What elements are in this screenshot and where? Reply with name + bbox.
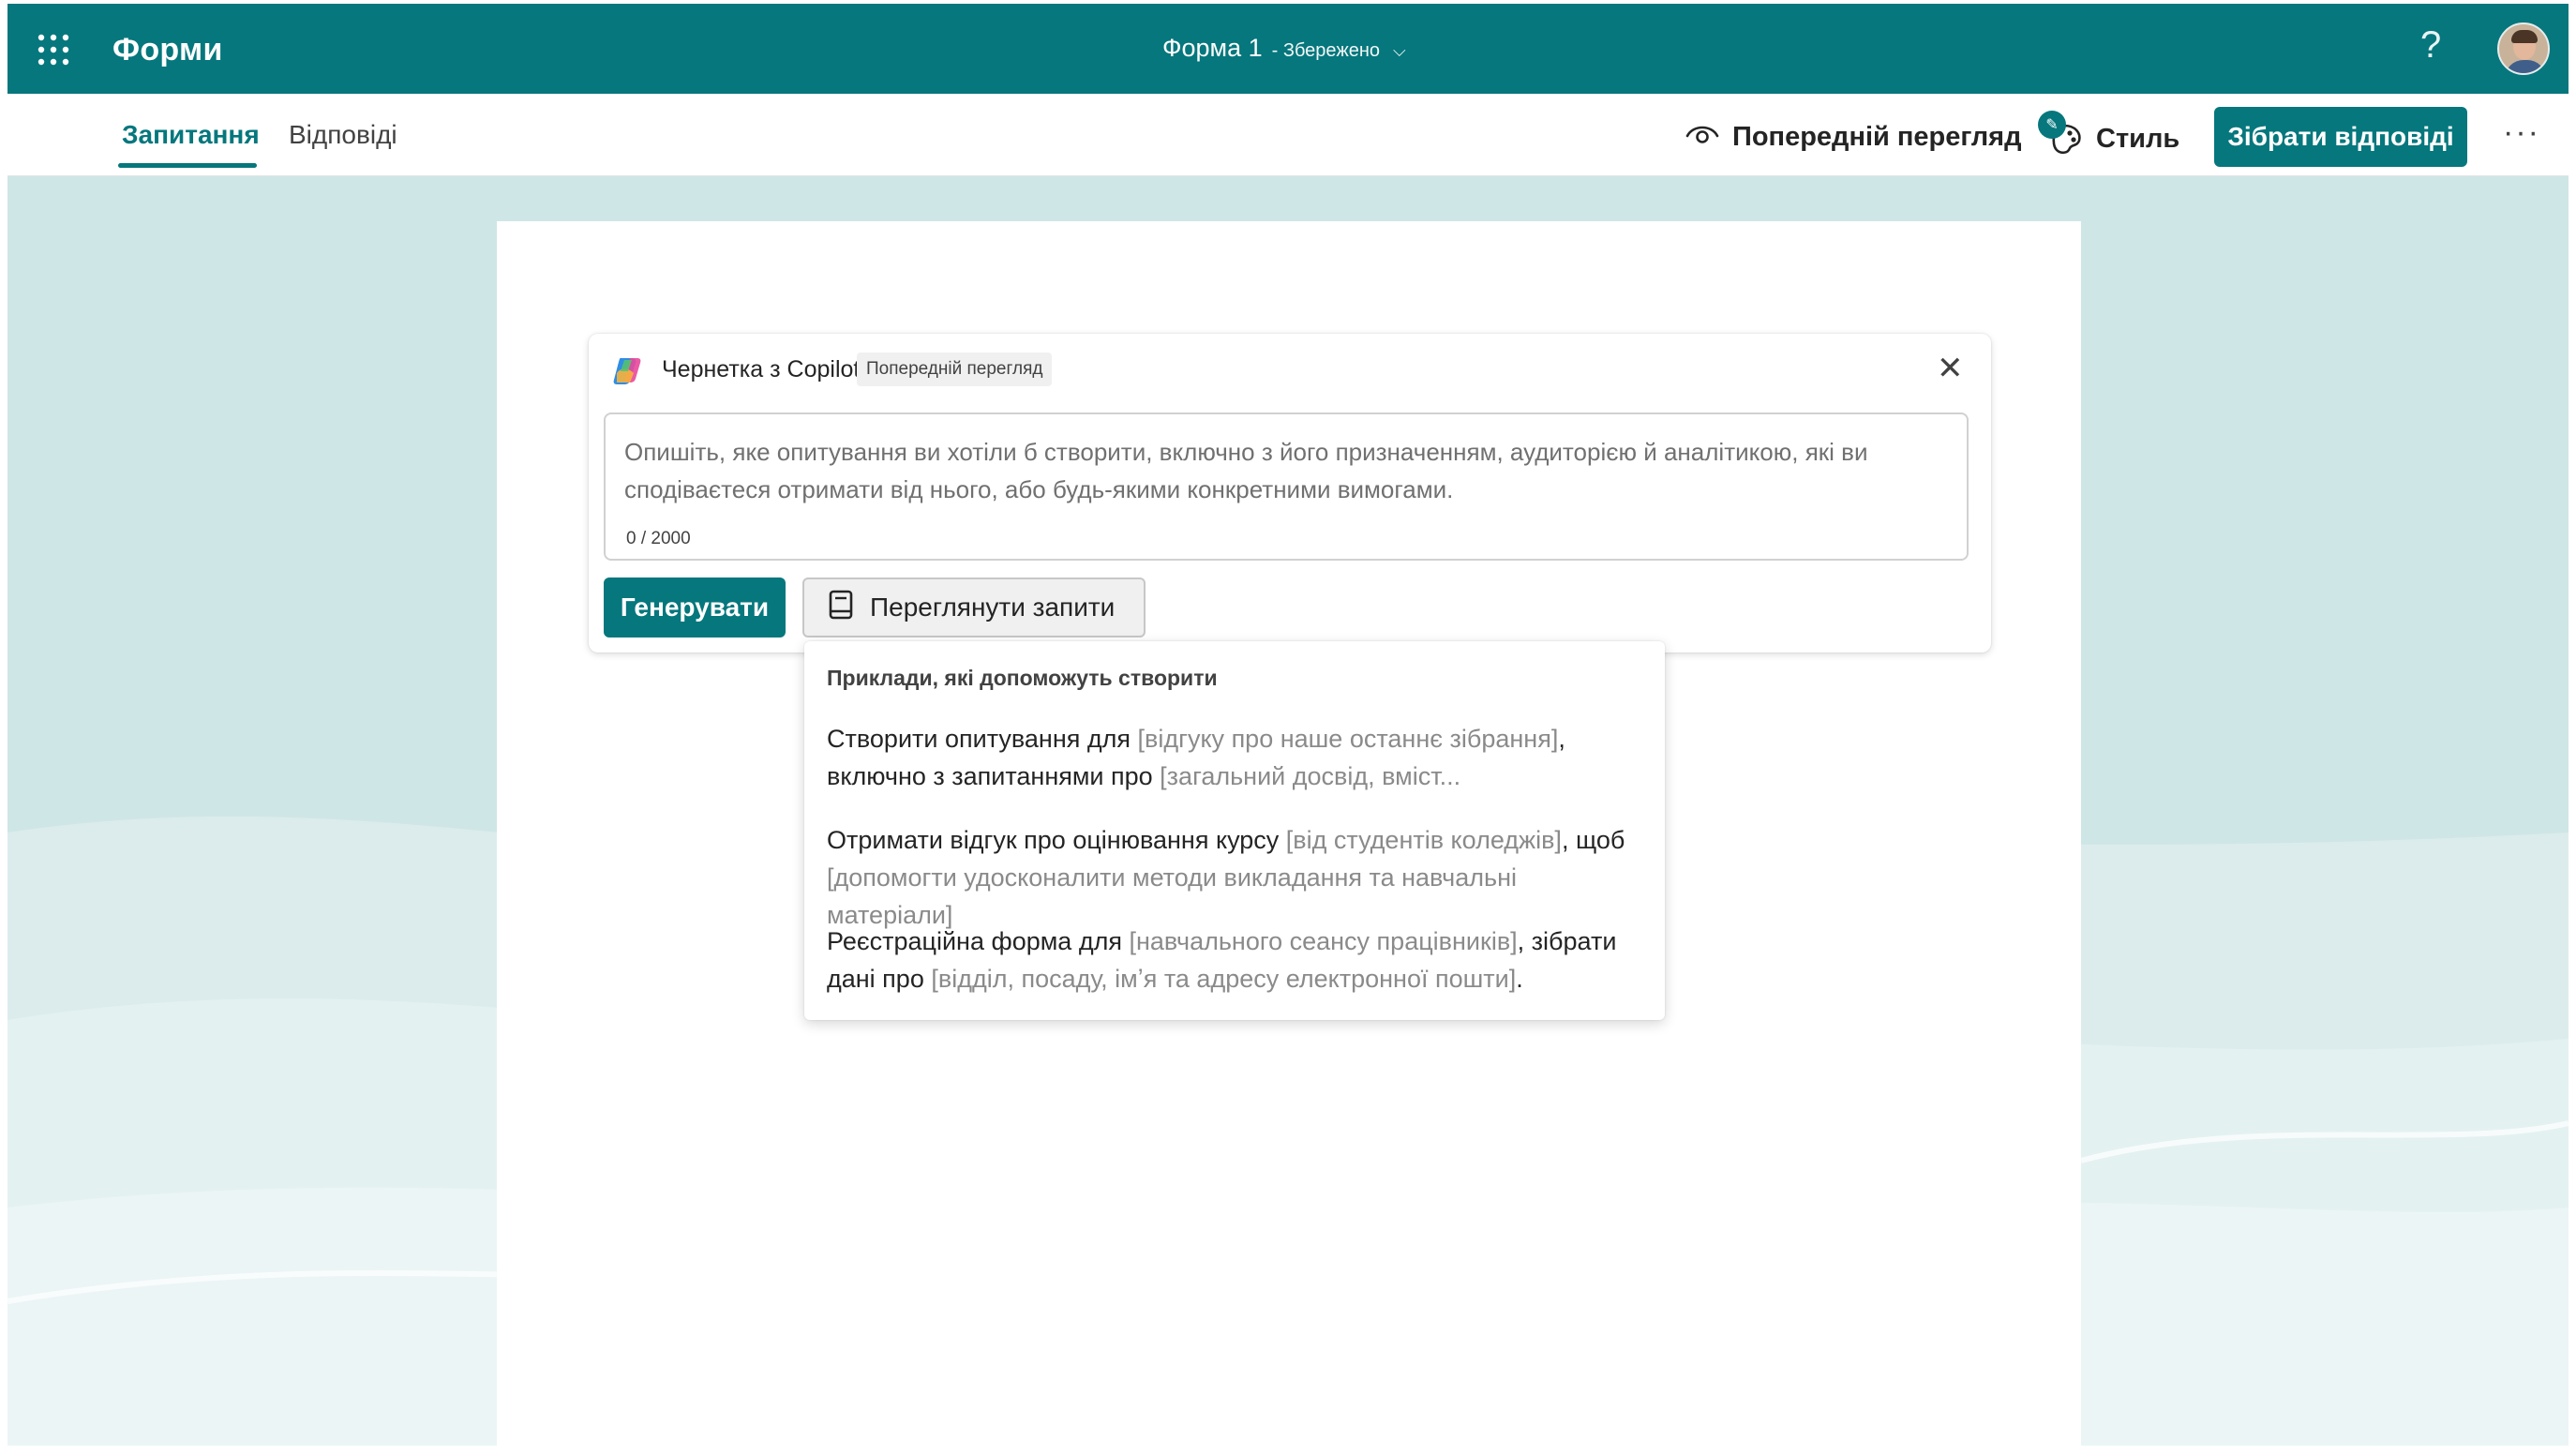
menu-item-placeholder: [загальний досвід, вміст... bbox=[1160, 762, 1461, 790]
app-launcher-icon[interactable] bbox=[37, 34, 69, 66]
save-status: - Збережено bbox=[1271, 40, 1380, 61]
tab-responses[interactable]: Відповіді bbox=[289, 120, 397, 150]
menu-item-text: Створити опитування для bbox=[827, 725, 1138, 753]
app-window: Форми Форма 1 - Збережено ⌵ ? Запитання … bbox=[7, 4, 2569, 1446]
app-name[interactable]: Форми bbox=[112, 32, 223, 68]
menu-item-placeholder: [від студентів коледжів] bbox=[1285, 826, 1562, 854]
menu-item-placeholder: [відгуку про наше останнє зібрання] bbox=[1137, 725, 1559, 753]
app-header: Форми Форма 1 - Збережено ⌵ ? bbox=[7, 4, 2569, 94]
tab-questions[interactable]: Запитання bbox=[122, 120, 260, 150]
avatar[interactable] bbox=[2497, 22, 2550, 75]
copilot-sparkle-icon: ✎ bbox=[2038, 111, 2066, 139]
generate-button[interactable]: Генерувати bbox=[604, 578, 786, 638]
menu-item-placeholder: [допомогти удосконалити методи викладанн… bbox=[827, 863, 1517, 929]
view-prompts-label: Переглянути запити bbox=[870, 592, 1116, 622]
collect-responses-button[interactable]: Зібрати відповіді bbox=[2214, 107, 2467, 167]
menu-item-text: . bbox=[1516, 965, 1523, 993]
preview-button[interactable]: Попередній перегляд bbox=[1685, 122, 2022, 153]
style-label: Стиль bbox=[2096, 123, 2180, 154]
menu-item-placeholder: [відділ, посаду, імʼя та адресу електрон… bbox=[931, 965, 1517, 993]
copilot-title: Чернетка з Copilot bbox=[662, 356, 861, 382]
menu-item-text: , щоб bbox=[1561, 826, 1625, 854]
avatar-body bbox=[2505, 60, 2546, 73]
palette-icon: ✎ bbox=[2038, 111, 2083, 156]
copilot-logo-icon bbox=[611, 354, 643, 386]
form-toolbar: Запитання Відповіді Попередній перегляд … bbox=[7, 94, 2569, 176]
menu-item-placeholder: [навчального сеансу працівників] bbox=[1129, 927, 1518, 955]
menu-item-course-feedback[interactable]: Отримати відгук про оцінювання курсу [ві… bbox=[827, 821, 1642, 934]
menu-item-registration[interactable]: Реєстраційна форма для [навчального сеан… bbox=[827, 922, 1642, 998]
document-title: Форма 1 bbox=[1162, 34, 1263, 62]
copilot-prompt-input[interactable] bbox=[624, 433, 1946, 518]
copilot-prompt-box: 0 / 2000 bbox=[604, 412, 1969, 561]
prompt-examples-menu: Приклади, які допоможуть створити Створи… bbox=[804, 641, 1665, 1020]
document-title-menu[interactable]: Форма 1 - Збережено ⌵ bbox=[1162, 34, 1406, 63]
preview-label: Попередній перегляд bbox=[1732, 122, 2022, 152]
preview-badge: Попередній перегляд bbox=[857, 352, 1053, 386]
avatar-hair bbox=[2511, 30, 2538, 43]
active-tab-indicator bbox=[118, 163, 257, 168]
menu-item-text: Реєстраційна форма для bbox=[827, 927, 1130, 955]
menu-item-text: Отримати відгук про оцінювання курсу bbox=[827, 826, 1286, 854]
eye-icon bbox=[1685, 122, 1719, 153]
menu-item-survey[interactable]: Створити опитування для [відгуку про наш… bbox=[827, 720, 1642, 795]
character-counter: 0 / 2000 bbox=[626, 529, 691, 548]
more-options-icon[interactable]: ··· bbox=[2503, 114, 2540, 151]
help-icon[interactable]: ? bbox=[2420, 24, 2441, 67]
close-icon[interactable]: ✕ bbox=[1937, 352, 1964, 384]
prompt-book-icon bbox=[829, 590, 853, 626]
copilot-draft-panel: Чернетка з Copilot Попередній перегляд ✕… bbox=[589, 334, 1991, 652]
chevron-down-icon: ⌵ bbox=[1393, 41, 1406, 60]
view-prompts-button[interactable]: Переглянути запити bbox=[802, 578, 1146, 638]
style-button[interactable]: ✎ Стиль bbox=[2038, 111, 2180, 156]
menu-heading: Приклади, які допоможуть створити bbox=[827, 666, 1218, 690]
